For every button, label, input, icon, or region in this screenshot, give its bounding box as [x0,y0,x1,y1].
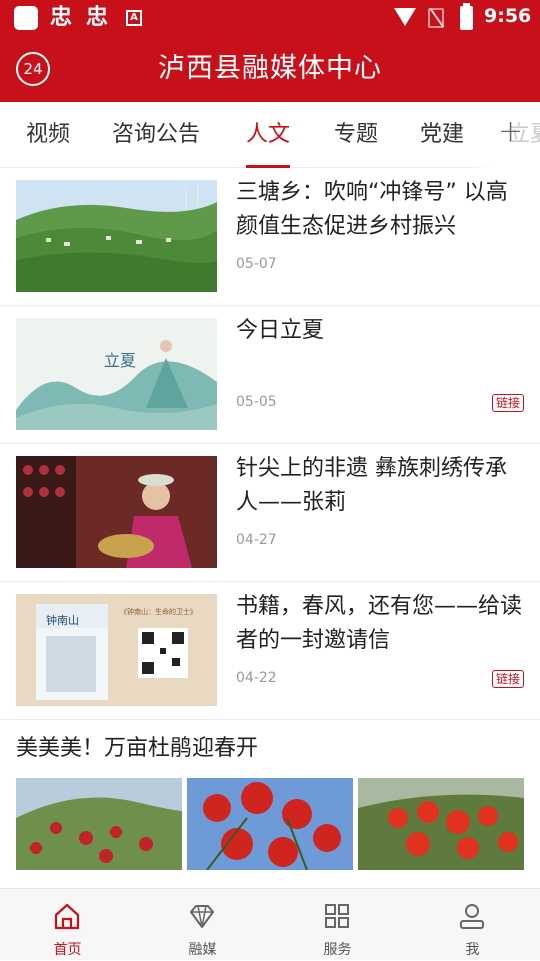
tab-culture[interactable]: 人文 [246,102,291,168]
grid-icon [325,904,349,928]
nav-services-label: 服务 [323,942,352,958]
news-title: 今日立夏 [236,318,325,343]
lixia-art-text: 立夏 [104,351,136,370]
category-tabs: 视频 咨询公告 人文 专题 党建 立夏 + [0,102,540,168]
notification-icon: 忠 [50,5,73,30]
clock: 9:56 [484,5,532,27]
nav-home[interactable]: 首页 [0,889,135,961]
home-icon [54,903,80,930]
list-item[interactable]: 三塘乡：吹响“冲锋号” 以高颜值生态促进乡村振兴 05-07 [0,168,540,306]
status-bar: 忠 忠 A 9:56 [0,0,540,36]
link-badge: 链接 [491,394,524,412]
news-thumbnail: 钟南山 《钟南山：生命的卫士》 [16,594,217,706]
news-date: 04-22 [236,670,277,686]
book-caption: 《钟南山：生命的卫士》 [120,607,197,616]
list-item[interactable]: 立夏 今日立夏 05-05 链接 [0,306,540,444]
plus-icon[interactable]: + [498,114,523,149]
list-item[interactable]: 钟南山 《钟南山：生命的卫士》 书籍，春风，还有您——给读者的一封邀请信 04-… [0,582,540,720]
news-thumbnail: 立夏 [16,318,217,430]
news-thumbnail [16,180,217,292]
a-notification-icon: A [126,10,142,26]
gallery-image[interactable] [358,778,524,870]
notification-icon: 忠 [86,5,109,30]
list-item[interactable]: 针尖上的非遗 彝族刺绣传承人——张莉 04-27 [0,444,540,582]
news-thumbnail [16,456,217,568]
tab-notices[interactable]: 咨询公告 [112,102,200,168]
tab-video[interactable]: 视频 [26,102,70,168]
tab-party[interactable]: 党建 [420,102,464,168]
nav-media-label: 融媒 [188,942,217,958]
user-icon [460,904,484,929]
page-title: 泸西县融媒体中心 [158,53,382,84]
sim-off-icon [428,8,444,28]
bottom-nav: 首页 融媒 服务 我 [0,888,540,960]
nav-me[interactable]: 我 [405,889,540,961]
battery-charging-icon [460,3,473,30]
diamond-icon [190,905,214,928]
gallery-image[interactable] [187,778,353,870]
news-title: 针尖上的非遗 彝族刺绣传承人——张莉 [236,456,507,515]
news-title: 书籍，春风，还有您——给读者的一封邀请信 [236,594,523,653]
app-notification-icon [14,6,38,30]
app-header: 24 泸西县融媒体中心 [0,36,540,102]
news-date: 04-27 [236,532,277,548]
news-title: 三塘乡：吹响“冲锋号” 以高颜值生态促进乡村振兴 [236,180,508,239]
nav-me-label: 我 [465,942,480,958]
link-badge: 链接 [491,670,524,688]
more-tabs-button[interactable]: 立夏 + [478,102,540,168]
tab-topics[interactable]: 专题 [334,102,378,168]
news-date: 05-05 [236,394,277,410]
gallery-title[interactable]: 美美美！万亩杜鹃迎春开 [16,730,258,762]
news-date: 05-07 [236,256,277,272]
wifi-icon [394,8,416,26]
nav-services[interactable]: 服务 [270,889,405,961]
gallery-image[interactable] [16,778,182,870]
nav-media[interactable]: 融媒 [135,889,270,961]
nav-home-label: 首页 [53,942,82,958]
book-cover-title: 钟南山 [46,613,79,627]
